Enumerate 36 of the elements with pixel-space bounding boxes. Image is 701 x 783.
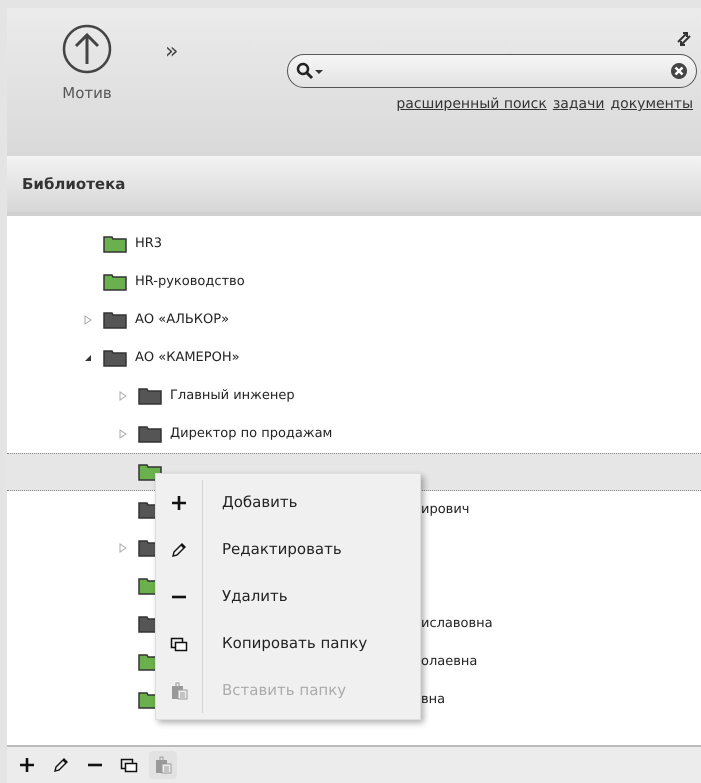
up-arrow-circle-icon[interactable] [62, 24, 112, 74]
menu-item[interactable]: Удалить [156, 573, 420, 620]
panel-title: Библиотека [22, 174, 126, 195]
tree-item-label[interactable]: ирович [421, 500, 470, 520]
menu-item[interactable]: Копировать папку [156, 620, 420, 667]
tree-item-label[interactable]: HR3 [135, 234, 162, 254]
pencil-icon [52, 756, 70, 774]
copy-folder-icon [120, 756, 138, 774]
tree-item-label[interactable]: Главный инженер [170, 386, 295, 406]
menu-item: Вставить папку [156, 667, 420, 714]
clear-icon[interactable] [670, 62, 688, 80]
clipboard-icon [170, 682, 188, 700]
tree-item-label[interactable]: HR-руководство [135, 272, 245, 292]
search-link[interactable]: задачи [552, 94, 604, 115]
clipboard-icon [154, 756, 172, 774]
pencil-icon [170, 540, 188, 558]
menu-item[interactable]: Редактировать [156, 526, 420, 573]
swap-arrows-icon[interactable] [675, 30, 693, 48]
tree-item-label[interactable]: вна [421, 690, 446, 710]
tree-item-label[interactable]: АО «КАМЕРОН» [135, 348, 240, 368]
search-link[interactable]: расширенный поиск [396, 94, 547, 115]
plus-icon [170, 494, 188, 512]
search-icon[interactable] [296, 62, 326, 80]
menu-item[interactable]: Добавить [156, 479, 420, 526]
tree-item-label[interactable]: Директор по продажам [170, 424, 332, 444]
tree-item-label[interactable]: АО «АЛЬКОР» [135, 310, 230, 330]
minus-icon [170, 594, 188, 598]
minus-icon [86, 763, 104, 767]
tree-item-label[interactable]: иславовна [421, 614, 493, 634]
tree-item-label[interactable]: олаевна [421, 652, 478, 672]
plus-icon [18, 756, 36, 774]
search-field[interactable] [287, 54, 697, 88]
search-link[interactable]: документы [610, 94, 693, 115]
collapse-arrow-icon[interactable] [83, 353, 93, 363]
expand-button[interactable]: » [165, 38, 178, 66]
app-label: Мотив [62, 83, 112, 104]
